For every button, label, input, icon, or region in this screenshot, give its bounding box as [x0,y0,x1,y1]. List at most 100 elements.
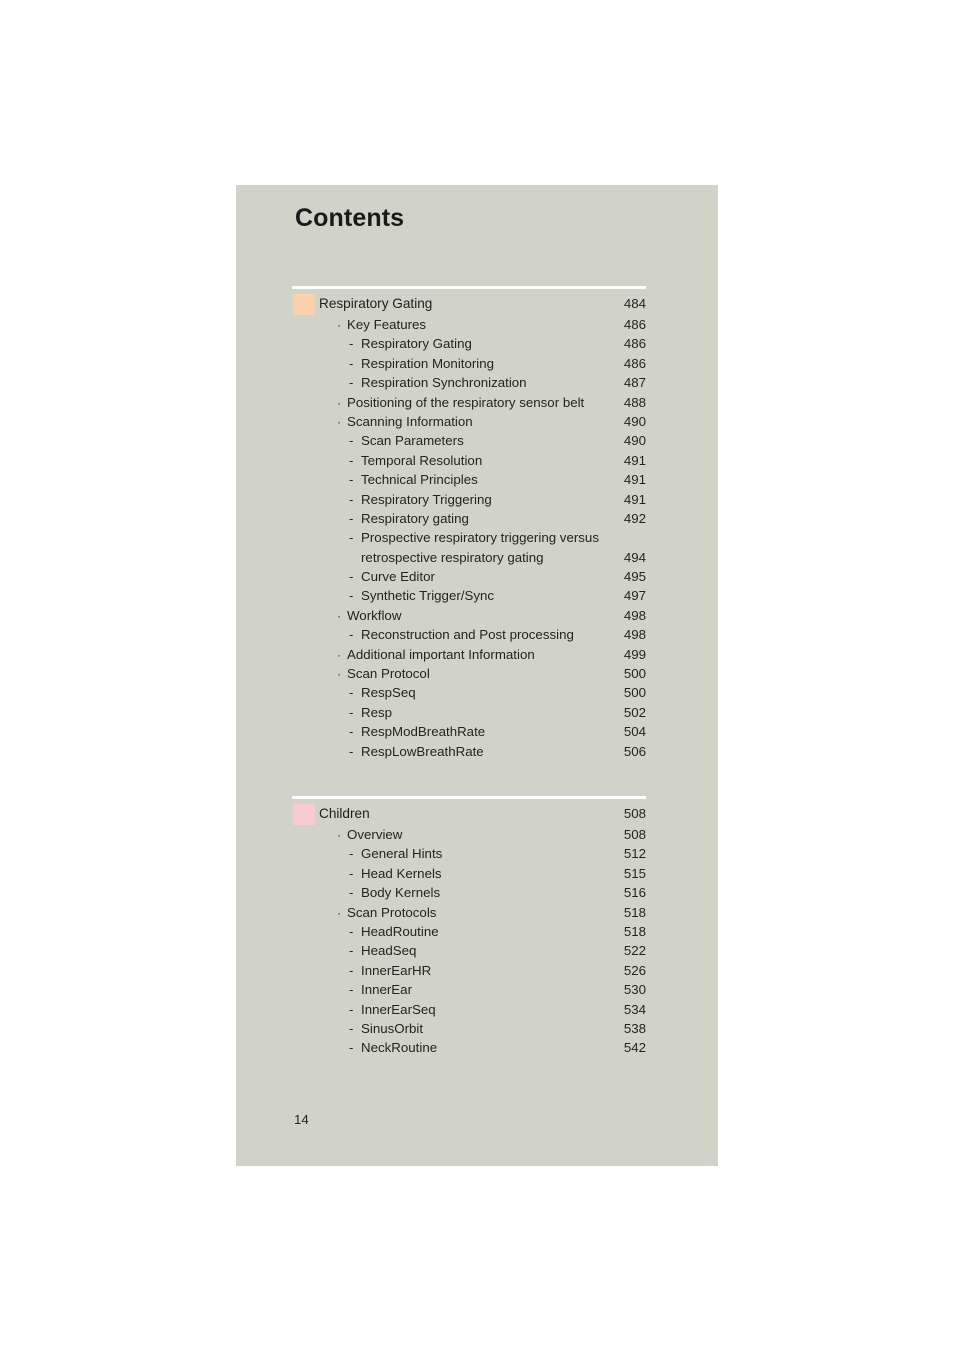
toc-entry-label: Reconstruction and Post processing [361,627,574,643]
dash-icon: - [349,510,354,526]
toc-entry-row[interactable]: · Scan Protocol 500 [292,664,646,683]
toc-entry-label: Prospective respiratory triggering versu… [361,530,599,546]
toc-entry-label: InnerEar [361,982,412,998]
page-title: Contents [295,204,405,232]
dash-icon: - [349,530,354,546]
dash-icon: - [349,724,354,740]
toc-entry-row[interactable]: · Key Features 486 [292,315,646,334]
toc-entry-label: Additional important Information [347,646,535,662]
toc-entry-page: 486 [623,336,646,352]
toc-entry-label: InnerEarHR [361,962,432,978]
toc-entry-page: 534 [623,1001,646,1017]
toc-entry-row[interactable]: · Positioning of the respiratory sensor b… [292,393,646,412]
toc-entry-label: retrospective respiratory gating [361,549,544,565]
toc-entry-page: 486 [623,355,646,371]
toc-entry-row[interactable]: retrospective respiratory gating 494 [292,548,646,567]
toc-entry-row[interactable]: - HeadRoutine 518 [292,922,646,941]
toc-entry-label: Body Kernels [361,885,441,901]
toc-entry-label: Scan Parameters [361,433,464,449]
toc-entry-row[interactable]: · Overview 508 [292,825,646,844]
toc-heading-label: Respiratory Gating [319,296,433,311]
toc-entry-row[interactable]: - InnerEar 530 [292,980,646,999]
toc-entry-row[interactable]: - InnerEarHR 526 [292,961,646,980]
toc-entry-page: 499 [623,646,646,662]
toc-entry-row[interactable]: - Curve Editor 495 [292,567,646,586]
toc-entry-row[interactable]: - Temporal Resolution 491 [292,451,646,470]
toc-entry-page: 512 [623,846,646,862]
dash-icon: - [349,743,354,759]
toc-entry-page: 487 [623,375,646,391]
toc-entry-row[interactable]: · Scanning Information 490 [292,412,646,431]
toc-entry-page: 500 [623,666,646,682]
toc-entry-label: InnerEarSeq [361,1001,436,1017]
toc-entry-row[interactable]: - Prospective respiratory triggering vers… [292,528,646,547]
toc-entry-page: 515 [623,865,646,881]
toc-entry-label: Scanning Information [347,413,473,429]
toc-entry-label: HeadSeq [361,943,417,959]
toc-entry-row[interactable]: - Scan Parameters 490 [292,431,646,450]
toc-entry-row[interactable]: - Reconstruction and Post processing 498 [292,625,646,644]
toc-entry-label: HeadRoutine [361,923,439,939]
dash-icon: - [349,627,354,643]
toc-entry-label: SinusOrbit [361,1020,424,1036]
toc-entry-label: Head Kernels [361,865,442,881]
toc-entry-page: 495 [623,569,646,585]
toc-entry-row[interactable]: - InnerEarSeq 534 [292,1000,646,1019]
toc-entry-page: 508 [623,826,646,842]
toc-entry-page: 498 [623,627,646,643]
toc-entry-row[interactable]: - Respiration Monitoring 486 [292,354,646,373]
toc-entry-row[interactable]: - Respiration Synchronization 487 [292,373,646,392]
toc-heading-label: Children [319,805,370,821]
toc-entry-row[interactable]: - Technical Principles 491 [292,470,646,489]
toc-entry-row[interactable]: · Scan Protocols 518 [292,903,646,922]
toc-section-children: Children 508 · Overview 508 - General Hints 5… [292,795,646,1058]
toc-heading-row[interactable]: Respiratory Gating 484 [292,292,646,315]
toc-entry-row[interactable]: - Respiratory gating 492 [292,509,646,528]
toc-heading-row[interactable]: Children 508 [292,802,646,825]
toc-entry-row[interactable]: - SinusOrbit 538 [292,1019,646,1038]
toc-entry-page: 490 [623,433,646,449]
toc-entry-row[interactable]: - RespModBreathRate 504 [292,722,646,741]
toc-entry-label: Key Features [347,317,427,332]
toc-entry-page: 500 [623,685,646,701]
toc-entry-label: Temporal Resolution [361,452,483,468]
toc-entry-page: 494 [623,549,646,565]
toc-entry-row[interactable]: - NeckRoutine 542 [292,1038,646,1057]
toc-entry-page: 518 [623,904,646,920]
toc-entry-page: 490 [623,413,646,429]
toc-entry-page: 486 [623,317,646,332]
toc-entry-label: RespSeq [361,685,416,701]
toc-entry-row[interactable]: · Workflow 498 [292,606,646,625]
dash-icon: - [349,472,354,488]
toc-entry-page: 498 [623,607,646,623]
dash-icon: - [349,1040,354,1056]
toc-entry-label: RespLowBreathRate [361,743,484,759]
bullet-icon: · [337,395,341,410]
toc-entry-label: Resp [361,704,393,720]
bullet-icon: · [337,647,341,662]
toc-entry-row[interactable]: - RespSeq 500 [292,683,646,702]
toc-entry-row[interactable]: - General Hints 512 [292,844,646,863]
toc-entry-row[interactable]: - Body Kernels 516 [292,883,646,902]
toc-entry-row[interactable]: · Additional important Information 499 [292,645,646,664]
dash-icon: - [349,355,354,371]
bullet-icon: · [337,608,341,623]
toc-entry-label: Respiratory gating [361,510,469,526]
toc-entry-row[interactable]: - RespLowBreathRate 506 [292,742,646,761]
toc-entry-page: 492 [623,510,646,526]
toc-entry-row[interactable]: - Head Kernels 515 [292,864,646,883]
dash-icon: - [349,923,354,939]
toc-entry-list: · Key Features 486- Respiratory Gating 486- R… [292,315,646,761]
table-of-contents: Respiratory Gating 484 · Key Features 486-… [292,286,646,1058]
toc-entry-label: Respiratory Gating [361,336,472,352]
toc-entry-row[interactable]: - Respiratory Gating 486 [292,334,646,353]
bullet-icon: · [337,827,341,842]
toc-entry-row[interactable]: - Resp 502 [292,703,646,722]
toc-entry-row[interactable]: - Respiratory Triggering 491 [292,490,646,509]
dash-icon: - [349,452,354,468]
toc-entry-row[interactable]: - Synthetic Trigger/Sync 497 [292,586,646,605]
toc-entry-row[interactable]: - HeadSeq 522 [292,941,646,960]
toc-entry-page: 506 [623,743,646,759]
dash-icon: - [349,569,354,585]
toc-entry-label: Overview [347,826,403,842]
